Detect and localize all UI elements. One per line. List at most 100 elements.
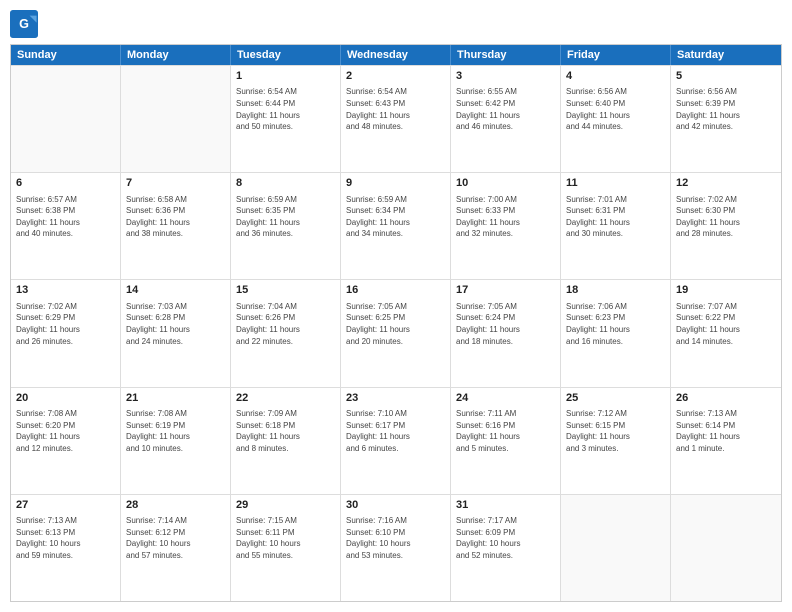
day-number: 16 [346,283,445,298]
day-number: 28 [126,498,225,513]
day-cell-11: 11 Sunrise: 7:01 AM Sunset: 6:31 PM Dayli… [561,173,671,279]
cell-info: Sunrise: 7:13 AM Sunset: 6:14 PM Dayligh… [676,408,776,454]
day-number: 21 [126,391,225,406]
day-cell-28: 28 Sunrise: 7:14 AM Sunset: 6:12 PM Dayli… [121,495,231,601]
day-number: 18 [566,283,665,298]
cell-info: Sunrise: 7:12 AM Sunset: 6:15 PM Dayligh… [566,408,665,454]
cell-info: Sunrise: 6:56 AM Sunset: 6:40 PM Dayligh… [566,86,665,132]
cell-info: Sunrise: 6:58 AM Sunset: 6:36 PM Dayligh… [126,194,225,240]
day-cell-21: 21 Sunrise: 7:08 AM Sunset: 6:19 PM Dayli… [121,388,231,494]
day-cell-1: 1 Sunrise: 6:54 AM Sunset: 6:44 PM Daylig… [231,66,341,172]
day-number: 14 [126,283,225,298]
day-cell-20: 20 Sunrise: 7:08 AM Sunset: 6:20 PM Dayli… [11,388,121,494]
day-cell-9: 9 Sunrise: 6:59 AM Sunset: 6:34 PM Daylig… [341,173,451,279]
cell-info: Sunrise: 7:16 AM Sunset: 6:10 PM Dayligh… [346,515,445,561]
weekday-header-monday: Monday [121,45,231,65]
weekday-header-friday: Friday [561,45,671,65]
weekday-header-thursday: Thursday [451,45,561,65]
empty-cell [561,495,671,601]
day-number: 29 [236,498,335,513]
cell-info: Sunrise: 7:06 AM Sunset: 6:23 PM Dayligh… [566,301,665,347]
day-number: 22 [236,391,335,406]
calendar-row-2: 13 Sunrise: 7:02 AM Sunset: 6:29 PM Dayli… [11,279,781,386]
calendar-row-3: 20 Sunrise: 7:08 AM Sunset: 6:20 PM Dayli… [11,387,781,494]
day-cell-23: 23 Sunrise: 7:10 AM Sunset: 6:17 PM Dayli… [341,388,451,494]
day-cell-29: 29 Sunrise: 7:15 AM Sunset: 6:11 PM Dayli… [231,495,341,601]
cell-info: Sunrise: 7:03 AM Sunset: 6:28 PM Dayligh… [126,301,225,347]
cell-info: Sunrise: 7:05 AM Sunset: 6:25 PM Dayligh… [346,301,445,347]
day-number: 13 [16,283,115,298]
empty-cell [121,66,231,172]
day-number: 31 [456,498,555,513]
day-cell-8: 8 Sunrise: 6:59 AM Sunset: 6:35 PM Daylig… [231,173,341,279]
cell-info: Sunrise: 6:57 AM Sunset: 6:38 PM Dayligh… [16,194,115,240]
day-number: 5 [676,69,776,84]
calendar-row-0: 1 Sunrise: 6:54 AM Sunset: 6:44 PM Daylig… [11,65,781,172]
day-cell-7: 7 Sunrise: 6:58 AM Sunset: 6:36 PM Daylig… [121,173,231,279]
day-cell-18: 18 Sunrise: 7:06 AM Sunset: 6:23 PM Dayli… [561,280,671,386]
empty-cell [671,495,781,601]
day-number: 8 [236,176,335,191]
cell-info: Sunrise: 7:11 AM Sunset: 6:16 PM Dayligh… [456,408,555,454]
svg-text:G: G [19,17,29,31]
cell-info: Sunrise: 7:17 AM Sunset: 6:09 PM Dayligh… [456,515,555,561]
calendar-body: 1 Sunrise: 6:54 AM Sunset: 6:44 PM Daylig… [11,65,781,601]
day-cell-17: 17Sunrise: 7:05 AM Sunset: 6:24 PM Dayli… [451,280,561,386]
day-number: 3 [456,69,555,84]
day-number: 20 [16,391,115,406]
day-cell-27: 27 Sunrise: 7:13 AM Sunset: 6:13 PM Dayli… [11,495,121,601]
day-cell-2: 2Sunrise: 6:54 AM Sunset: 6:43 PM Daylig… [341,66,451,172]
day-number: 24 [456,391,555,406]
cell-info: Sunrise: 7:15 AM Sunset: 6:11 PM Dayligh… [236,515,335,561]
calendar: SundayMondayTuesdayWednesdayThursdayFrid… [10,44,782,602]
cell-info: Sunrise: 6:59 AM Sunset: 6:35 PM Dayligh… [236,194,335,240]
day-number: 17 [456,283,555,298]
logo-icon: G [10,10,38,38]
day-number: 25 [566,391,665,406]
cell-info: Sunrise: 7:02 AM Sunset: 6:30 PM Dayligh… [676,194,776,240]
day-number: 23 [346,391,445,406]
day-cell-14: 14 Sunrise: 7:03 AM Sunset: 6:28 PM Dayli… [121,280,231,386]
weekday-header-tuesday: Tuesday [231,45,341,65]
calendar-row-4: 27 Sunrise: 7:13 AM Sunset: 6:13 PM Dayli… [11,494,781,601]
cell-info: Sunrise: 7:13 AM Sunset: 6:13 PM Dayligh… [16,515,115,561]
day-cell-3: 3Sunrise: 6:55 AM Sunset: 6:42 PM Daylig… [451,66,561,172]
day-cell-16: 16 Sunrise: 7:05 AM Sunset: 6:25 PM Dayli… [341,280,451,386]
cell-info: Sunrise: 7:01 AM Sunset: 6:31 PM Dayligh… [566,194,665,240]
cell-info: Sunrise: 7:08 AM Sunset: 6:19 PM Dayligh… [126,408,225,454]
day-number: 19 [676,283,776,298]
cell-info: Sunrise: 7:04 AM Sunset: 6:26 PM Dayligh… [236,301,335,347]
day-cell-30: 30 Sunrise: 7:16 AM Sunset: 6:10 PM Dayli… [341,495,451,601]
cell-info: Sunrise: 6:54 AM Sunset: 6:44 PM Dayligh… [236,86,335,132]
calendar-header: SundayMondayTuesdayWednesdayThursdayFrid… [11,45,781,65]
day-cell-26: 26 Sunrise: 7:13 AM Sunset: 6:14 PM Dayli… [671,388,781,494]
day-cell-15: 15Sunrise: 7:04 AM Sunset: 6:26 PM Dayli… [231,280,341,386]
day-number: 1 [236,69,335,84]
cell-info: Sunrise: 7:14 AM Sunset: 6:12 PM Dayligh… [126,515,225,561]
logo: G [10,10,42,38]
cell-info: Sunrise: 7:02 AM Sunset: 6:29 PM Dayligh… [16,301,115,347]
day-number: 10 [456,176,555,191]
day-cell-12: 12 Sunrise: 7:02 AM Sunset: 6:30 PM Dayli… [671,173,781,279]
day-number: 30 [346,498,445,513]
weekday-header-wednesday: Wednesday [341,45,451,65]
calendar-row-1: 6Sunrise: 6:57 AM Sunset: 6:38 PM Daylig… [11,172,781,279]
cell-info: Sunrise: 6:56 AM Sunset: 6:39 PM Dayligh… [676,86,776,132]
day-cell-31: 31 Sunrise: 7:17 AM Sunset: 6:09 PM Dayli… [451,495,561,601]
cell-info: Sunrise: 7:07 AM Sunset: 6:22 PM Dayligh… [676,301,776,347]
cell-info: Sunrise: 6:59 AM Sunset: 6:34 PM Dayligh… [346,194,445,240]
cell-info: Sunrise: 7:08 AM Sunset: 6:20 PM Dayligh… [16,408,115,454]
day-number: 11 [566,176,665,191]
day-number: 2 [346,69,445,84]
day-cell-10: 10Sunrise: 7:00 AM Sunset: 6:33 PM Dayli… [451,173,561,279]
cell-info: Sunrise: 7:10 AM Sunset: 6:17 PM Dayligh… [346,408,445,454]
day-number: 7 [126,176,225,191]
day-cell-13: 13 Sunrise: 7:02 AM Sunset: 6:29 PM Dayli… [11,280,121,386]
day-number: 9 [346,176,445,191]
day-number: 12 [676,176,776,191]
weekday-header-sunday: Sunday [11,45,121,65]
day-number: 27 [16,498,115,513]
cell-info: Sunrise: 7:09 AM Sunset: 6:18 PM Dayligh… [236,408,335,454]
day-cell-4: 4Sunrise: 6:56 AM Sunset: 6:40 PM Daylig… [561,66,671,172]
day-number: 26 [676,391,776,406]
